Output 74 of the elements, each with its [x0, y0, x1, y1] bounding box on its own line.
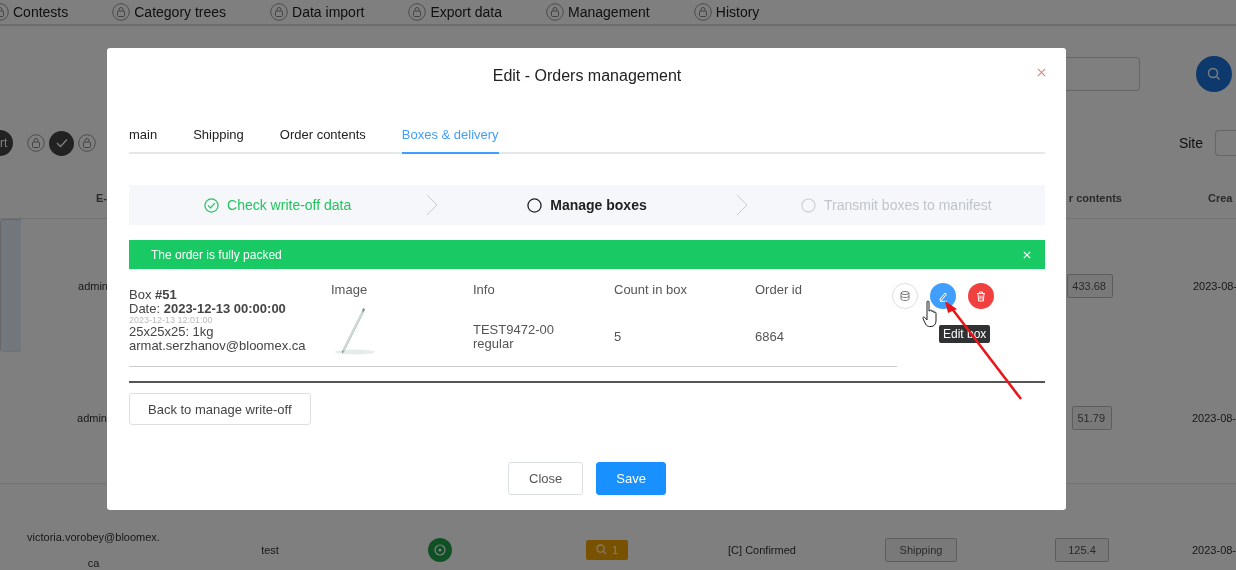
lock-icon	[270, 3, 289, 21]
status-icon	[428, 537, 452, 562]
column-header: Count in box	[614, 283, 688, 299]
check-circle-icon	[204, 197, 220, 213]
site-label: Site	[1178, 135, 1203, 151]
column-header: Info	[473, 283, 496, 299]
check-icon	[55, 138, 68, 148]
count-text: 5	[614, 330, 623, 344]
item-info: TEST9472-00 regular	[473, 323, 555, 351]
chevron-icon	[735, 194, 748, 216]
tab[interactable]: Order contents	[279, 126, 366, 154]
dialog-title: Edit - Orders management	[492, 67, 682, 85]
back-button[interactable]: Back to manage write-off	[129, 393, 311, 425]
pencil-icon	[937, 290, 949, 302]
date-text: 2023-08-	[1192, 543, 1236, 556]
circle-icon	[527, 197, 543, 213]
search-icon	[1207, 67, 1221, 81]
alert-text: The order is fully packed	[151, 247, 282, 262]
tab[interactable]: main	[129, 126, 158, 154]
table-text: test	[261, 543, 279, 556]
step-label: Check write-off data	[227, 197, 352, 213]
amount-field: 125.4	[1055, 537, 1109, 562]
amount-field: 433.68	[1067, 273, 1113, 298]
nav-item[interactable]: History	[715, 4, 760, 20]
column-header: r contents	[1068, 192, 1122, 204]
lock-icon	[27, 134, 46, 152]
nav-item[interactable]: Contests	[13, 4, 69, 20]
save-button[interactable]: Save	[596, 462, 666, 495]
email-text: admin	[77, 410, 107, 426]
date-text: 2023-08-	[1192, 411, 1236, 424]
delete-button[interactable]	[968, 283, 994, 309]
status-text: [C] Confirmed	[728, 543, 796, 556]
chevron-icon	[426, 194, 439, 216]
close-button[interactable]	[1035, 66, 1048, 79]
step-label: Manage boxes	[550, 197, 647, 213]
close-icon	[1023, 250, 1031, 259]
column-header: Image	[331, 283, 369, 299]
lock-icon	[112, 3, 131, 21]
box-number: Box #51	[129, 288, 178, 302]
close-button[interactable]: Close	[508, 462, 584, 495]
lock-icon	[408, 3, 427, 21]
column-header: E-	[96, 192, 107, 204]
close-icon	[1037, 68, 1046, 77]
order-id-text: 6864	[755, 330, 785, 344]
email-text: victoria.vorobey@bloomex.ca	[27, 529, 160, 570]
box-size: 25x25x25: 1kg	[129, 325, 215, 339]
nav-item[interactable]: Data import	[292, 4, 365, 20]
nav-item[interactable]: Category trees	[134, 4, 227, 20]
lock-icon	[693, 3, 712, 21]
search-button[interactable]	[1196, 56, 1232, 92]
box-email: armat.serzhanov@bloomex.ca	[129, 339, 307, 353]
lock-icon	[546, 3, 565, 21]
lock-icon	[78, 134, 97, 152]
date-text: 2023-08-	[1193, 279, 1236, 292]
email-text: admin	[78, 278, 108, 294]
circle-icon	[801, 197, 817, 213]
trash-icon	[976, 290, 986, 302]
shipping-button[interactable]: Shipping	[884, 537, 958, 562]
amount-field: 51.79	[1072, 405, 1112, 430]
box-date: Date: 2023-12-13 00:00:00	[129, 302, 287, 316]
database-button[interactable]	[892, 283, 918, 309]
hand-cursor-icon	[922, 300, 939, 328]
timestamp-text: 2023-12-13 12:01:00	[129, 316, 214, 325]
edit-button[interactable]	[930, 283, 956, 309]
column-header: Order id	[755, 283, 803, 299]
tab[interactable]: Boxes & delivery	[401, 126, 499, 154]
nav-item[interactable]: Management	[568, 4, 650, 20]
search-icon	[595, 544, 607, 555]
filter-button[interactable]: rt	[0, 130, 14, 156]
check-button[interactable]	[49, 130, 75, 156]
tab[interactable]: Shipping	[193, 126, 244, 154]
database-icon	[900, 291, 910, 301]
column-header: Crea	[1208, 192, 1233, 204]
nav-item[interactable]: Export data	[430, 4, 503, 20]
